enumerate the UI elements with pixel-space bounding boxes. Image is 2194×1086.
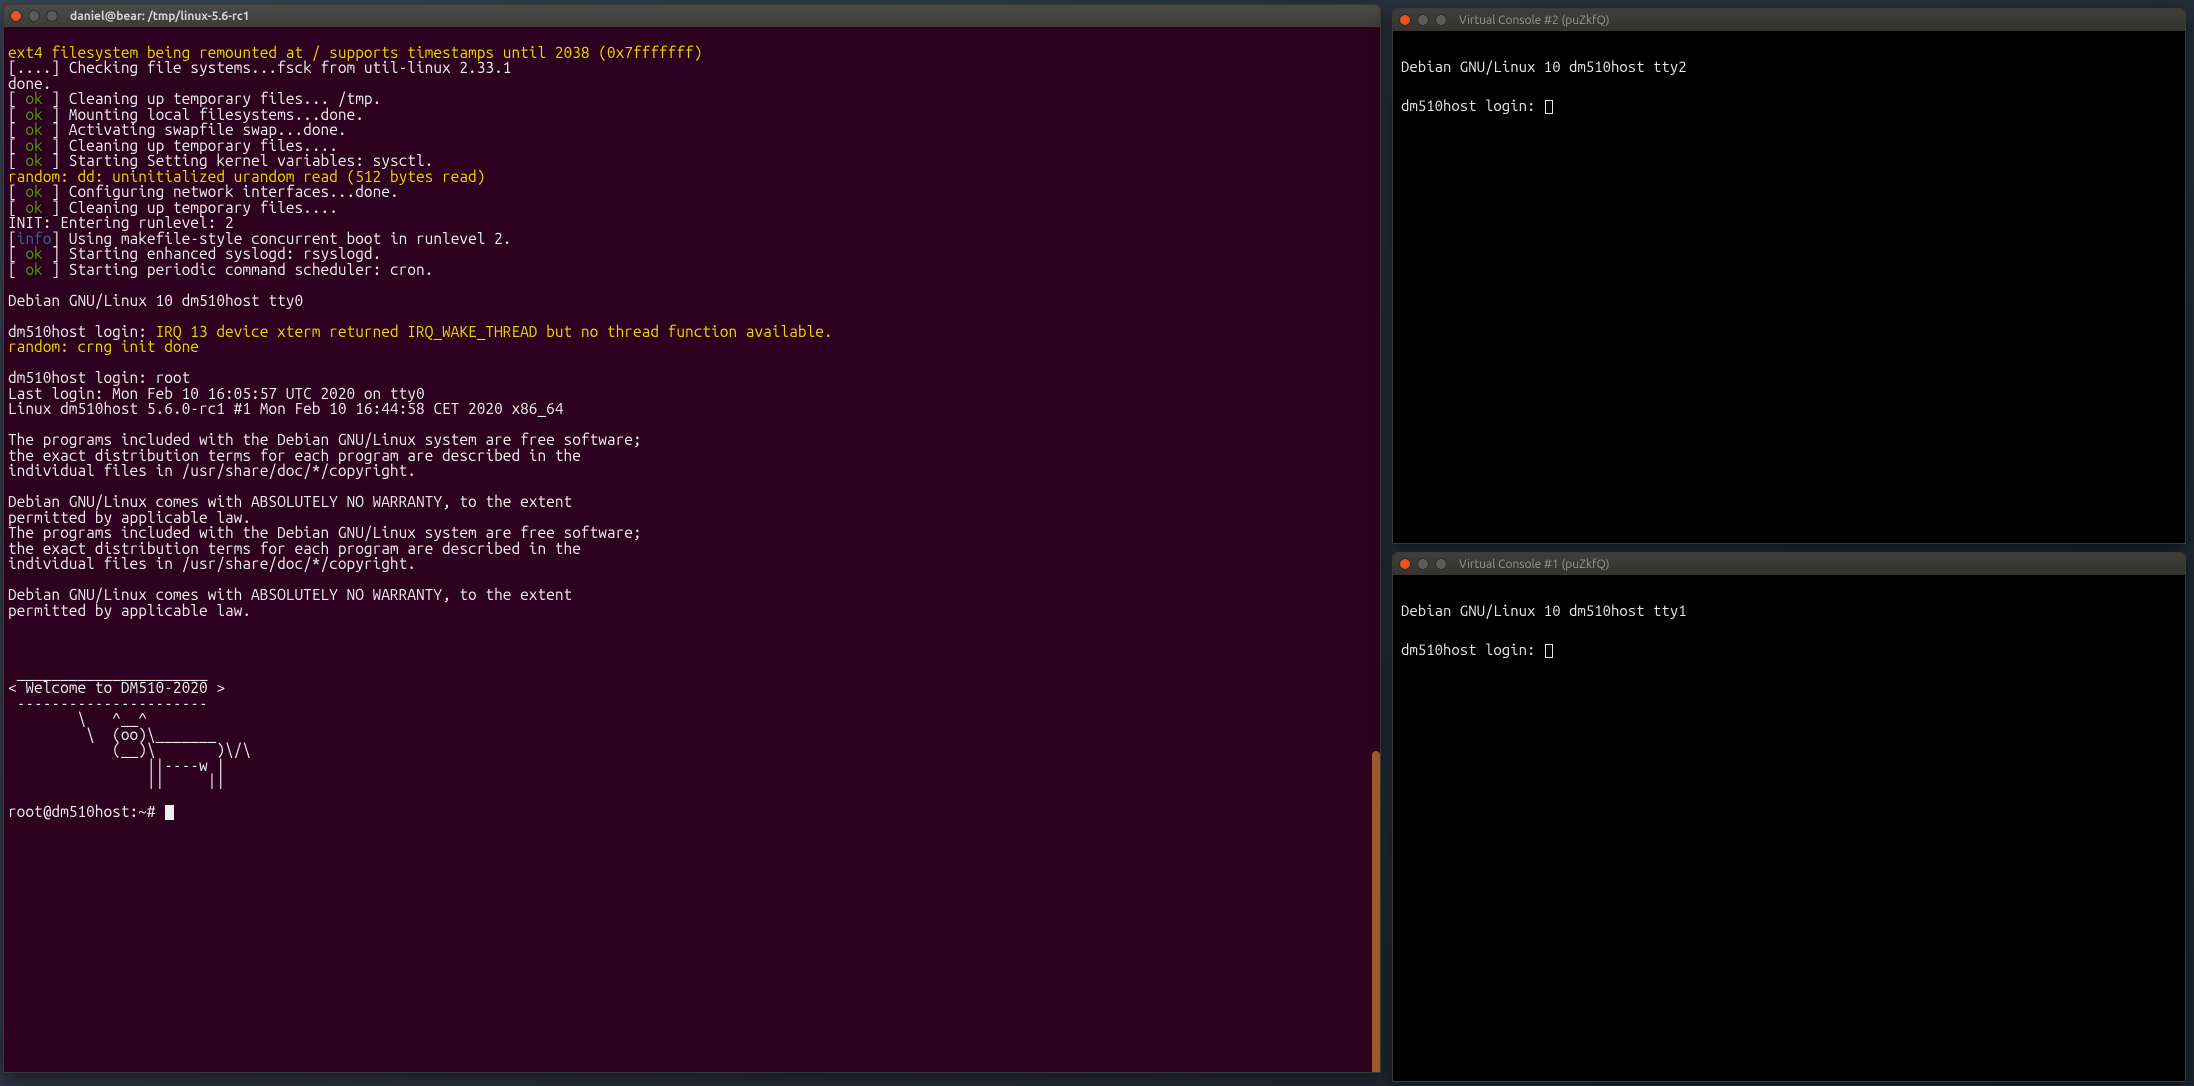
log-line: Debian GNU/Linux 10 dm510host tty0 [8, 293, 1376, 309]
log-line: Debian GNU/Linux comes with ABSOLUTELY N… [8, 494, 1376, 510]
maximize-icon[interactable] [1435, 558, 1447, 570]
motd-cowsay: ______________________ < Welcome to DM51… [8, 665, 1376, 789]
window-controls [10, 10, 58, 22]
log-line: the exact distribution terms for each pr… [8, 541, 1376, 557]
virtual-console-2-window[interactable]: Virtual Console #2 (puZkfQ) Debian GNU/L… [1392, 8, 2186, 544]
virtual-console-1-window[interactable]: Virtual Console #1 (puZkfQ) Debian GNU/L… [1392, 552, 2186, 1082]
log-line: [....] Checking file systems...fsck from… [8, 60, 1376, 76]
log-line [8, 355, 1376, 371]
log-line: [info] Using makefile-style concurrent b… [8, 231, 1376, 247]
window-controls [1399, 558, 1447, 570]
scrollbar[interactable] [1372, 751, 1380, 1072]
log-line: [ ok ] Mounting local filesystems...done… [8, 107, 1376, 123]
cursor-icon [1545, 644, 1553, 658]
log-line [8, 479, 1376, 495]
log-line: individual files in /usr/share/doc/*/cop… [8, 463, 1376, 479]
log-line: [ ok ] Starting periodic command schedul… [8, 262, 1376, 278]
main-terminal-title: daniel@bear: /tmp/linux-5.6-rc1 [70, 10, 250, 23]
vc1-banner: Debian GNU/Linux 10 dm510host tty1 [1401, 602, 1687, 619]
minimize-icon[interactable] [1417, 14, 1429, 26]
log-line: INIT: Entering runlevel: 2 [8, 215, 1376, 231]
log-line: random: dd: uninitialized urandom read (… [8, 169, 1376, 185]
vc2-banner: Debian GNU/Linux 10 dm510host tty2 [1401, 58, 1687, 75]
log-line [8, 308, 1376, 324]
boot-log: ext4 filesystem being remounted at / sup… [8, 45, 1376, 619]
log-line: [ ok ] Activating swapfile swap...done. [8, 122, 1376, 138]
close-icon[interactable] [1399, 558, 1411, 570]
log-line [8, 417, 1376, 433]
vc1-titlebar[interactable]: Virtual Console #1 (puZkfQ) [1393, 553, 2185, 575]
log-line [8, 572, 1376, 588]
log-line: the exact distribution terms for each pr… [8, 448, 1376, 464]
log-line: [ ok ] Starting enhanced syslogd: rsyslo… [8, 246, 1376, 262]
vc2-login-prompt[interactable]: dm510host login: [1401, 97, 1544, 114]
log-line: Last login: Mon Feb 10 16:05:57 UTC 2020… [8, 386, 1376, 402]
cursor-icon [165, 805, 174, 820]
log-line [8, 277, 1376, 293]
log-line: dm510host login: root [8, 370, 1376, 386]
cursor-icon [1545, 100, 1553, 114]
log-line: random: crng init done [8, 339, 1376, 355]
maximize-icon[interactable] [46, 10, 58, 22]
log-line: permitted by applicable law. [8, 603, 1376, 619]
main-terminal-titlebar[interactable]: daniel@bear: /tmp/linux-5.6-rc1 [4, 5, 1380, 27]
log-line: [ ok ] Cleaning up temporary files... /t… [8, 91, 1376, 107]
minimize-icon[interactable] [28, 10, 40, 22]
vc1-login-prompt[interactable]: dm510host login: [1401, 641, 1544, 658]
main-terminal-body[interactable]: ext4 filesystem being remounted at / sup… [4, 27, 1380, 1072]
vc2-body[interactable]: Debian GNU/Linux 10 dm510host tty2 dm510… [1393, 31, 2185, 543]
vc1-title: Virtual Console #1 (puZkfQ) [1459, 558, 1610, 571]
maximize-icon[interactable] [1435, 14, 1447, 26]
log-line: permitted by applicable law. [8, 510, 1376, 526]
vc2-title: Virtual Console #2 (puZkfQ) [1459, 14, 1610, 27]
log-line: [ ok ] Configuring network interfaces...… [8, 184, 1376, 200]
log-line: dm510host login: IRQ 13 device xterm ret… [8, 324, 1376, 340]
main-terminal-window[interactable]: daniel@bear: /tmp/linux-5.6-rc1 ext4 fil… [3, 4, 1381, 1073]
vc1-body[interactable]: Debian GNU/Linux 10 dm510host tty1 dm510… [1393, 575, 2185, 1081]
close-icon[interactable] [1399, 14, 1411, 26]
log-line: [ ok ] Cleaning up temporary files.... [8, 200, 1376, 216]
log-line: individual files in /usr/share/doc/*/cop… [8, 556, 1376, 572]
log-line: ext4 filesystem being remounted at / sup… [8, 45, 1376, 61]
log-line: done. [8, 76, 1376, 92]
log-line: The programs included with the Debian GN… [8, 525, 1376, 541]
vc2-titlebar[interactable]: Virtual Console #2 (puZkfQ) [1393, 9, 2185, 31]
window-controls [1399, 14, 1447, 26]
log-line: Linux dm510host 5.6.0-rc1 #1 Mon Feb 10 … [8, 401, 1376, 417]
log-line: [ ok ] Cleaning up temporary files.... [8, 138, 1376, 154]
blank-line [8, 634, 1376, 650]
log-line: Debian GNU/Linux comes with ABSOLUTELY N… [8, 587, 1376, 603]
shell-prompt[interactable]: root@dm510host:~# [8, 803, 164, 820]
close-icon[interactable] [10, 10, 22, 22]
log-line: [ ok ] Starting Setting kernel variables… [8, 153, 1376, 169]
log-line: The programs included with the Debian GN… [8, 432, 1376, 448]
minimize-icon[interactable] [1417, 558, 1429, 570]
